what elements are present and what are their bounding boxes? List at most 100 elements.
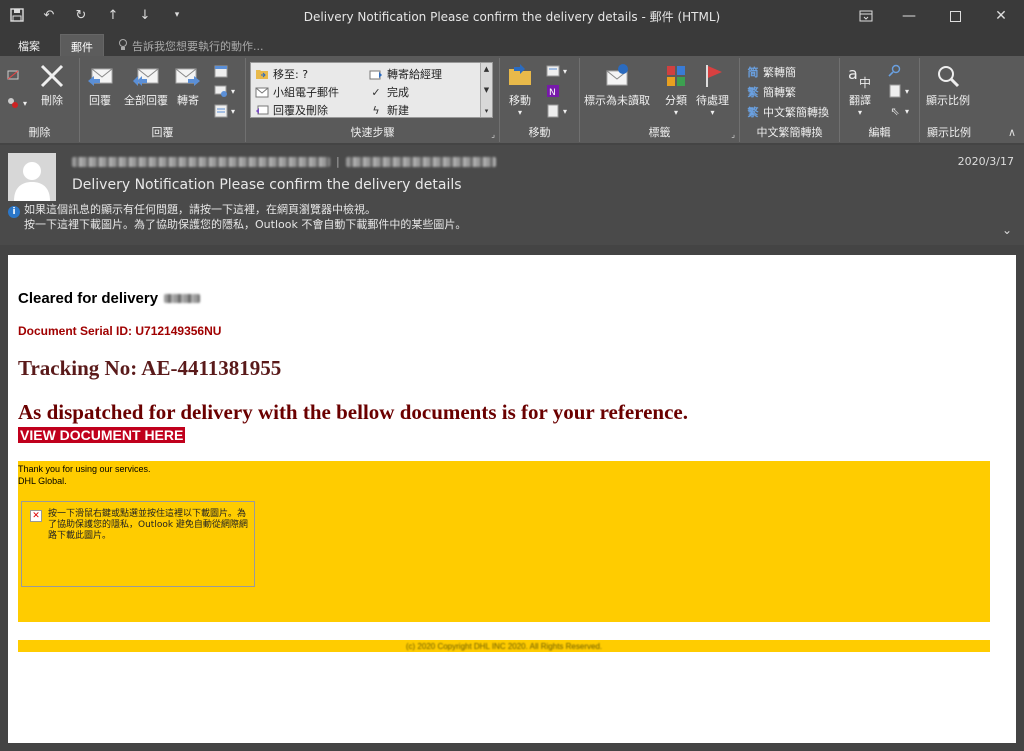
categorize-button[interactable]: 分類 ▾ [662, 62, 690, 117]
quick-step-create-new[interactable]: ϟ 新建 [369, 102, 409, 118]
translate-button[interactable]: a中 翻譯 ▾ [846, 62, 874, 117]
quick-step-reply-delete-label: 回覆及刪除 [273, 104, 328, 117]
quick-step-team-email[interactable]: 小組電子郵件 [255, 84, 339, 100]
tags-launcher-icon[interactable]: ⌟ [731, 130, 735, 139]
close-icon[interactable]: ✕ [978, 0, 1024, 32]
im-button[interactable]: ▾ [214, 84, 235, 98]
mark-unread-button[interactable]: 標示為未讀取 [584, 62, 650, 108]
related-dropdown-icon: ▾ [905, 86, 910, 96]
cleared-text: Cleared for delivery [18, 290, 159, 307]
info-icon: i [8, 206, 20, 218]
sender-avatar[interactable] [8, 153, 56, 201]
quick-steps-launcher-icon[interactable]: ⌟ [491, 130, 495, 139]
select-button[interactable]: ⇖ ▾ [888, 104, 909, 118]
simp-to-trad-button[interactable]: 繁 簡轉繁 [746, 84, 797, 100]
thanks-text: Thank you for using our services. DHL Gl… [18, 463, 151, 487]
group-label-respond: 回覆 [151, 126, 174, 139]
title-bar: ↶ ↻ ↑ ↓ ▾ Delivery Notification Please c… [0, 0, 1024, 32]
tell-me-placeholder: 告訴我您想要執行的動作... [132, 40, 264, 53]
forward-button[interactable]: 轉寄 [174, 62, 202, 108]
forward-icon [174, 62, 202, 90]
move-label: 移動 [509, 94, 531, 107]
delete-x-icon [38, 62, 66, 90]
junk-button[interactable]: ▾ [6, 96, 27, 110]
delete-button[interactable]: 刪除 [38, 62, 66, 108]
meeting-icon [214, 64, 228, 78]
follow-up-label: 待處理 [696, 94, 729, 107]
maximize-icon[interactable] [932, 0, 978, 32]
group-label-tags: 標籤 [648, 126, 671, 139]
view-document-link[interactable]: VIEW DOCUMENT HERE [18, 427, 186, 443]
magnifier-icon [934, 62, 962, 90]
gallery-more-icon[interactable]: ▾ [485, 107, 489, 115]
group-label-delete: 刪除 [28, 126, 51, 139]
tab-mail[interactable]: 郵件 [60, 34, 104, 56]
ribbon: ▾ 刪除 刪除 回覆 全部回覆 轉寄 ▾ ▾ 回覆 快速步驟 ⌟ 移至: ? 小… [0, 56, 1024, 144]
group-respond: 回覆 全部回覆 轉寄 ▾ ▾ 回覆 [80, 58, 246, 142]
info-line-1[interactable]: i 如果這個訊息的顯示有任何問題，請按一下這裡，在網頁瀏覽器中檢視。 [8, 203, 466, 218]
onenote-icon: N [546, 84, 560, 98]
quick-step-reply-delete[interactable]: 回覆及刪除 [255, 102, 328, 118]
onenote-button[interactable]: N [546, 84, 560, 98]
quick-steps-gallery: 移至: ? 小組電子郵件 回覆及刪除 轉寄給經理 ✓ 完成 ϟ 新建 ▲ ▼ ▾ [250, 62, 493, 118]
follow-up-dropdown-icon: ▾ [710, 108, 715, 117]
rules-dropdown-icon: ▾ [563, 66, 568, 76]
scroll-up-icon[interactable]: ▲ [484, 65, 489, 73]
chinese-convert-icon: 繁 [747, 106, 759, 119]
group-label-quick-steps: 快速步驟 [350, 126, 395, 139]
checkmark-icon: ✓ [371, 85, 381, 99]
tell-me-box[interactable]: 告訴我您想要執行的動作... [118, 38, 264, 54]
svg-text:a: a [848, 64, 858, 83]
unread-envelope-icon [603, 62, 631, 90]
quick-step-move-to[interactable]: 移至: ? [255, 66, 308, 82]
collapse-ribbon-icon[interactable]: ∧ [1008, 126, 1016, 139]
actions-button[interactable]: ▾ [546, 104, 567, 118]
tab-file[interactable]: 檔案 [8, 34, 50, 56]
reply-all-button[interactable]: 全部回覆 [124, 62, 168, 108]
expand-header-icon[interactable]: ⌄ [1002, 223, 1012, 237]
scroll-down-icon[interactable]: ▼ [484, 86, 489, 94]
find-button[interactable] [888, 64, 902, 78]
move-button[interactable]: 移動 ▾ [506, 62, 534, 117]
message-header: | 2020/3/17 Delivery Notification Please… [0, 145, 1024, 245]
chinese-convert-button[interactable]: 繁 中文繁簡轉換 [746, 104, 830, 120]
outlook-message-window: ↶ ↻ ↑ ↓ ▾ Delivery Notification Please c… [0, 0, 1024, 751]
follow-up-button[interactable]: 待處理 ▾ [696, 62, 729, 117]
tracking-number: Tracking No: AE-4411381955 [18, 356, 282, 380]
find-icon [888, 64, 902, 78]
translate-label: 翻譯 [849, 94, 871, 107]
thanks-line-2: DHL Global. [18, 476, 67, 486]
more-respond-icon [214, 104, 228, 118]
select-dropdown-icon: ▾ [905, 106, 910, 116]
thanks-line-1: Thank you for using our services. [18, 464, 151, 474]
move-dropdown-icon: ▾ [517, 108, 522, 117]
zoom-label: 顯示比例 [926, 94, 970, 107]
message-body: Cleared for delivery Document Serial ID:… [8, 255, 1016, 743]
quick-step-to-manager[interactable]: 轉寄給經理 [369, 66, 442, 82]
quick-steps-scrollbar[interactable]: ▲ ▼ ▾ [480, 63, 492, 117]
rules-icon [546, 64, 560, 78]
zoom-button[interactable]: 顯示比例 [926, 62, 970, 108]
info-bar[interactable]: i 如果這個訊息的顯示有任何問題，請按一下這裡，在網頁瀏覽器中檢視。 按一下這裡下… [8, 203, 466, 232]
svg-text:中: 中 [859, 75, 871, 89]
rules-button[interactable]: ▾ [546, 64, 567, 78]
more-respond-button[interactable]: ▾ [214, 104, 235, 118]
delete-label: 刪除 [41, 94, 63, 107]
trad-to-simp-button[interactable]: 简 繁轉簡 [746, 64, 797, 80]
reply-label: 回覆 [89, 94, 111, 107]
quick-step-done[interactable]: ✓ 完成 [369, 84, 409, 100]
quick-step-to-manager-label: 轉寄給經理 [387, 68, 442, 81]
simp-to-trad-label: 簡轉繁 [763, 86, 796, 99]
info-line-2[interactable]: 按一下這裡下載圖片。為了協助保護您的隱私，Outlook 不會自動下載郵件中的某… [8, 218, 466, 232]
ribbon-display-options-icon[interactable] [846, 0, 886, 32]
lightbulb-icon [118, 38, 128, 54]
meeting-button[interactable] [214, 64, 228, 78]
redacted-brand [164, 294, 201, 303]
im-icon [214, 84, 228, 98]
minimize-icon[interactable]: — [886, 0, 932, 32]
blocked-image-placeholder[interactable]: ✕ 按一下滑鼠右鍵或點選並按住這裡以下載圖片。為了協助保護您的隱私，Outloo… [21, 501, 255, 587]
team-email-icon [255, 85, 269, 99]
reply-button[interactable]: 回覆 [86, 62, 114, 108]
related-button[interactable]: ▾ [888, 84, 909, 98]
ignore-button[interactable] [6, 68, 20, 82]
